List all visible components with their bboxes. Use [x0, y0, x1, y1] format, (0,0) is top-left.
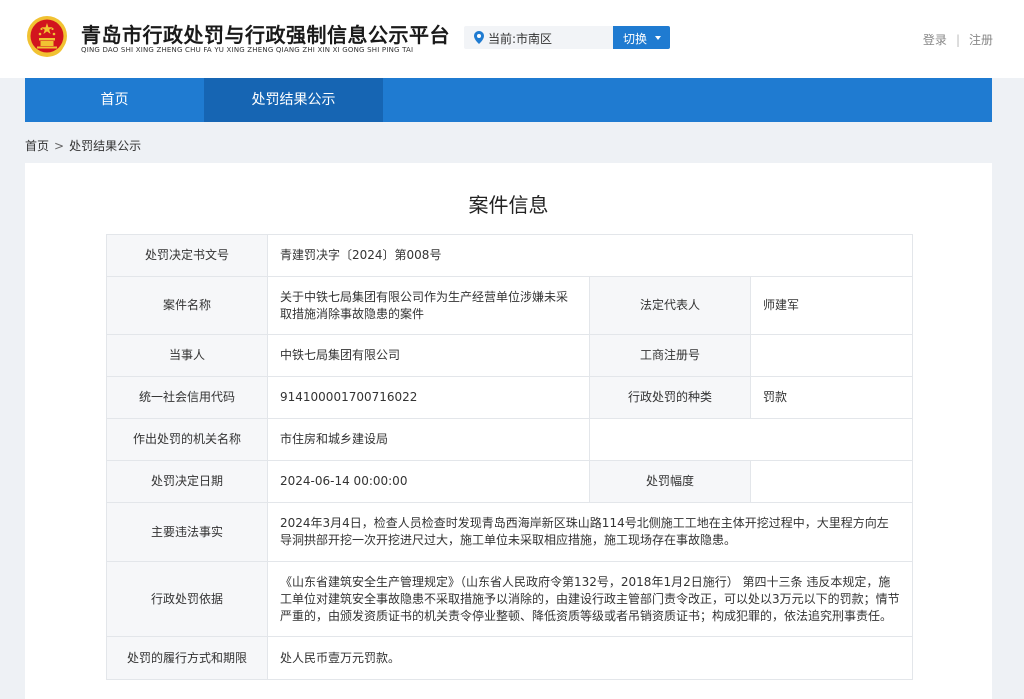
fulfillment-label: 处罚的履行方式和期限 — [106, 636, 268, 680]
penalty-range-label: 处罚幅度 — [589, 460, 751, 503]
case-info-panel: 案件信息 处罚决定书文号 青建罚决字〔2024〕第008号 案件名称 关于中铁七… — [25, 163, 992, 699]
penalty-type-label: 行政处罚的种类 — [589, 376, 751, 419]
table-row: 处罚的履行方式和期限 处人民币壹万元罚款。 — [106, 636, 914, 680]
table-row: 行政处罚依据 《山东省建筑安全生产管理规定》（山东省人民政府令第132号，201… — [106, 561, 914, 637]
register-link[interactable]: 注册 — [969, 33, 993, 47]
main-nav: 首页 处罚结果公示 — [25, 78, 992, 122]
credit-code-value: 914100001700716022 — [267, 376, 590, 419]
national-emblem-icon — [27, 16, 67, 57]
breadcrumb-home[interactable]: 首页 — [25, 139, 49, 153]
doc-no-value: 青建罚决字〔2024〕第008号 — [266, 234, 914, 277]
table-row: 处罚决定书文号 青建罚决字〔2024〕第008号 — [106, 234, 914, 277]
biz-reg-no-label: 工商注册号 — [589, 334, 751, 377]
party-label: 当事人 — [106, 334, 268, 377]
caret-down-icon — [655, 36, 661, 40]
nav-item-penalty-results[interactable]: 处罚结果公示 — [204, 78, 383, 122]
switch-location-label: 切换 — [623, 32, 648, 46]
basis-label: 行政处罚依据 — [106, 561, 268, 637]
credit-code-label: 统一社会信用代码 — [106, 376, 268, 419]
table-row: 当事人 中铁七局集团有限公司 工商注册号 — [106, 334, 914, 377]
breadcrumb-separator: > — [54, 139, 65, 153]
table-row: 案件名称 关于中铁七局集团有限公司作为生产经营单位涉嫌未采取措施消除事故隐患的案… — [106, 276, 914, 335]
switch-location-button[interactable]: 切换 — [613, 26, 670, 49]
case-info-table: 处罚决定书文号 青建罚决字〔2024〕第008号 案件名称 关于中铁七局集团有限… — [106, 234, 914, 680]
authority-value: 市住房和城乡建设局 — [267, 418, 590, 461]
top-header: 青岛市行政处罚与行政强制信息公示平台 QING DAO SHI XING ZHE… — [0, 0, 1024, 78]
table-row: 统一社会信用代码 914100001700716022 行政处罚的种类 罚款 — [106, 376, 914, 419]
penalty-range-value — [749, 460, 914, 503]
table-row: 处罚决定日期 2024-06-14 00:00:00 处罚幅度 — [106, 460, 914, 503]
table-row: 作出处罚的机关名称 市住房和城乡建设局 — [106, 418, 914, 461]
page-title: 案件信息 — [468, 193, 549, 217]
facts-label: 主要违法事实 — [106, 502, 268, 562]
penalty-type-value: 罚款 — [749, 376, 914, 419]
biz-reg-no-value — [749, 334, 914, 377]
fulfillment-value: 处人民币壹万元罚款。 — [266, 636, 914, 680]
breadcrumb-current: 处罚结果公示 — [69, 139, 142, 153]
login-link[interactable]: 登录 — [923, 33, 947, 47]
user-links-separator: | — [955, 33, 960, 47]
site-title: 青岛市行政处罚与行政强制信息公示平台 — [81, 23, 450, 47]
table-row: 主要违法事实 2024年3月4日，检查人员检查时发现青岛西海岸新区珠山路114号… — [106, 502, 914, 562]
case-name-value: 关于中铁七局集团有限公司作为生产经营单位涉嫌未采取措施消除事故隐患的案件 — [267, 276, 590, 335]
location-indicator: 当前:市南区 — [464, 26, 614, 49]
decision-date-label: 处罚决定日期 — [106, 460, 268, 503]
legal-rep-label: 法定代表人 — [589, 276, 751, 335]
basis-value: 《山东省建筑安全生产管理规定》（山东省人民政府令第132号，2018年1月2日施… — [266, 561, 914, 637]
case-name-label: 案件名称 — [106, 276, 268, 335]
decision-date-value: 2024-06-14 00:00:00 — [267, 460, 590, 503]
authority-empty-cell — [588, 418, 914, 461]
doc-no-label: 处罚决定书文号 — [106, 234, 268, 277]
breadcrumb: 首页 > 处罚结果公示 — [25, 137, 141, 154]
party-value: 中铁七局集团有限公司 — [267, 334, 590, 377]
nav-item-home[interactable]: 首页 — [25, 78, 204, 122]
location-pin-icon — [474, 31, 484, 44]
authority-label: 作出处罚的机关名称 — [106, 418, 268, 461]
current-location-text: 当前:市南区 — [488, 32, 553, 46]
facts-value: 2024年3月4日，检查人员检查时发现青岛西海岸新区珠山路114号北侧施工工地在… — [266, 502, 914, 562]
legal-rep-value: 师建军 — [749, 276, 914, 335]
user-links: 登录 | 注册 — [923, 31, 993, 48]
site-subtitle: QING DAO SHI XING ZHENG CHU FA YU XING Z… — [81, 46, 414, 54]
